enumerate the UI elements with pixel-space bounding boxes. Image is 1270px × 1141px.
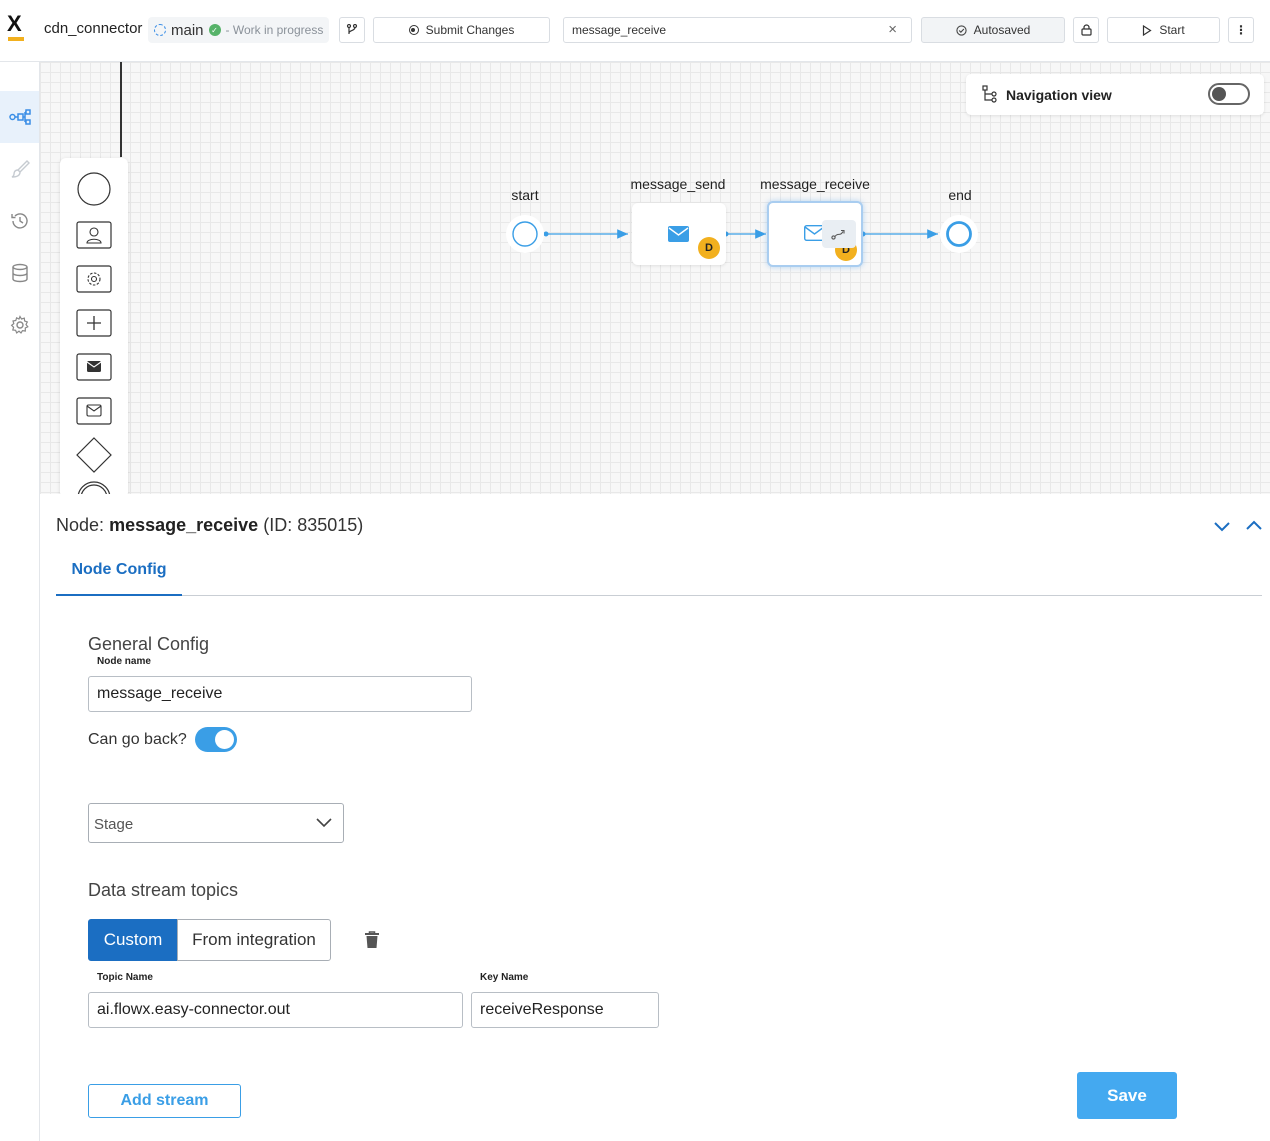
flow-receive-to-end[interactable] bbox=[860, 229, 939, 239]
node-label-message-send: message_send bbox=[630, 176, 726, 192]
can-go-back-toggle[interactable] bbox=[195, 727, 237, 752]
gear-icon bbox=[10, 315, 29, 334]
flowx-logo[interactable]: X bbox=[6, 11, 26, 44]
process-diagram-icon bbox=[8, 109, 31, 125]
tab-node-config-label: Node Config bbox=[71, 561, 167, 578]
database-icon bbox=[11, 263, 28, 283]
end-event-node[interactable] bbox=[939, 214, 979, 254]
key-name-input[interactable] bbox=[472, 993, 658, 1027]
sidebar-item-history[interactable] bbox=[0, 195, 39, 247]
connect-arrow-icon bbox=[831, 229, 845, 240]
process-name: cdn_connector bbox=[44, 20, 143, 37]
node-label-message-receive: message_receive bbox=[760, 176, 870, 192]
lock-button[interactable] bbox=[1073, 17, 1099, 43]
branch-selector[interactable]: main ✓ - Work in progress bbox=[148, 17, 330, 43]
logo-underline bbox=[8, 37, 24, 41]
sequence-flows bbox=[543, 229, 939, 239]
branch-merge-button[interactable] bbox=[339, 17, 365, 43]
can-go-back-label: Can go back? bbox=[88, 731, 187, 748]
start-button[interactable]: Start bbox=[1107, 17, 1220, 43]
node-title-name: message_receive bbox=[109, 515, 259, 535]
node-title-id: (ID: 835015) bbox=[263, 515, 364, 535]
panel-tabs: Node Config bbox=[56, 546, 1262, 596]
sidebar-item-process[interactable] bbox=[0, 91, 39, 143]
save-label: Save bbox=[1107, 1085, 1147, 1105]
chevron-up-icon[interactable] bbox=[1244, 516, 1264, 536]
key-name-field[interactable] bbox=[471, 992, 659, 1028]
node-name-field[interactable] bbox=[88, 676, 472, 712]
custom-tab-button[interactable]: Custom bbox=[88, 919, 178, 961]
envelope-filled-icon bbox=[668, 226, 689, 242]
play-icon bbox=[1143, 24, 1152, 36]
connect-flow-button[interactable] bbox=[822, 220, 856, 248]
check-circle-outline-icon bbox=[956, 24, 967, 36]
branch-icon bbox=[346, 24, 358, 34]
start-label: Start bbox=[1159, 23, 1185, 37]
logo-x-glyph: X bbox=[7, 11, 22, 36]
sidebar-item-data-model[interactable] bbox=[0, 247, 39, 299]
chevron-down-icon bbox=[316, 818, 332, 828]
node-name-label: Node name bbox=[97, 656, 151, 667]
save-button[interactable]: Save bbox=[1077, 1072, 1177, 1119]
history-icon bbox=[10, 213, 28, 229]
node-title-prefix: Node: bbox=[56, 515, 105, 535]
submit-changes-label: Submit Changes bbox=[425, 23, 515, 37]
stage-select[interactable]: Stage bbox=[88, 803, 344, 843]
add-stream-button[interactable]: Add stream bbox=[88, 1084, 241, 1118]
tab-node-config[interactable]: Node Config bbox=[56, 546, 182, 596]
key-name-label: Key Name bbox=[480, 972, 529, 983]
general-config-heading: General Config bbox=[88, 634, 210, 654]
search-input[interactable] bbox=[564, 18, 864, 42]
flow-send-to-receive[interactable] bbox=[723, 229, 767, 239]
autosaved-label: Autosaved bbox=[973, 23, 1031, 37]
node-label-end: end bbox=[948, 187, 972, 203]
node-properties-panel: Node: message_receive (ID: 835015) Node … bbox=[40, 494, 1270, 1141]
more-menu-button[interactable]: ⋮ bbox=[1228, 17, 1254, 43]
chevron-down-icon[interactable] bbox=[1212, 516, 1232, 536]
record-icon bbox=[408, 25, 419, 35]
branch-status: - Work in progress bbox=[225, 23, 324, 37]
topic-name-input[interactable] bbox=[89, 993, 462, 1027]
sidebar-item-theme[interactable] bbox=[0, 143, 39, 195]
custom-label: Custom bbox=[103, 930, 163, 949]
from-integration-tab-button[interactable]: From integration bbox=[177, 919, 331, 961]
node-title: Node: message_receive (ID: 835015) bbox=[56, 515, 363, 536]
clear-icon[interactable]: × bbox=[888, 21, 897, 38]
search-field[interactable]: × bbox=[563, 17, 912, 43]
draft-badge: D bbox=[698, 237, 720, 259]
start-event-node[interactable] bbox=[505, 214, 545, 254]
check-circle-icon: ✓ bbox=[208, 24, 221, 36]
top-bar: X cdn_connector main ✓ - Work in progres… bbox=[0, 0, 1270, 62]
autosaved-indicator[interactable]: Autosaved bbox=[921, 17, 1065, 43]
message-send-node[interactable]: D bbox=[632, 203, 726, 265]
from-integration-label: From integration bbox=[192, 930, 316, 949]
lock-icon bbox=[1080, 24, 1092, 36]
topic-name-field[interactable] bbox=[88, 992, 463, 1028]
more-vertical-icon: ⋮ bbox=[1235, 23, 1247, 37]
trash-icon[interactable] bbox=[364, 931, 380, 949]
loading-icon bbox=[154, 24, 166, 36]
submit-changes-button[interactable]: Submit Changes bbox=[373, 17, 550, 43]
left-sidebar bbox=[0, 62, 40, 1141]
sidebar-item-settings[interactable] bbox=[0, 299, 39, 351]
brush-icon bbox=[11, 160, 30, 178]
node-name-input[interactable] bbox=[89, 677, 471, 711]
stage-placeholder: Stage bbox=[94, 816, 134, 833]
data-stream-topics-heading: Data stream topics bbox=[88, 880, 239, 900]
message-receive-node[interactable]: D bbox=[767, 201, 863, 267]
topic-name-label: Topic Name bbox=[97, 972, 153, 983]
branch-name: main bbox=[171, 21, 204, 39]
process-canvas[interactable]: Navigation view start message_send D mes… bbox=[40, 62, 1270, 494]
add-stream-label: Add stream bbox=[120, 1092, 209, 1109]
node-label-start: start bbox=[511, 187, 539, 203]
flow-start-to-send[interactable] bbox=[543, 229, 629, 239]
